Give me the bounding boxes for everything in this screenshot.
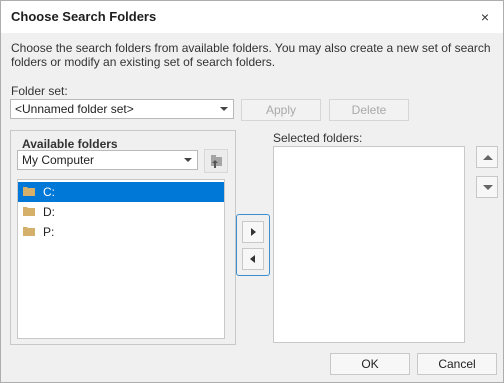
close-icon[interactable]: × bbox=[475, 7, 495, 27]
folder-set-label: Folder set: bbox=[11, 84, 68, 98]
selected-folders-list[interactable] bbox=[273, 146, 465, 343]
tree-item-label: P: bbox=[43, 225, 55, 239]
available-folders-group: Available folders My Computer C: D: P: bbox=[10, 130, 236, 345]
remove-folder-button[interactable] bbox=[242, 248, 264, 270]
tree-item-c[interactable]: C: bbox=[18, 182, 224, 202]
move-up-button[interactable] bbox=[476, 146, 498, 168]
arrow-down-icon bbox=[483, 185, 493, 190]
available-folders-tree[interactable]: C: D: P: bbox=[17, 179, 225, 339]
location-value: My Computer bbox=[22, 153, 95, 167]
chevron-down-icon bbox=[184, 158, 192, 162]
folder-set-dropdown[interactable]: <Unnamed folder set> bbox=[10, 99, 234, 119]
folder-icon bbox=[23, 227, 35, 236]
arrow-left-icon bbox=[250, 255, 255, 263]
add-folder-button[interactable] bbox=[242, 221, 264, 243]
folder-up-button[interactable] bbox=[204, 149, 228, 173]
folder-icon bbox=[23, 207, 35, 216]
cancel-button[interactable]: Cancel bbox=[417, 353, 497, 375]
arrow-right-icon bbox=[251, 228, 256, 236]
tree-item-label: C: bbox=[43, 185, 55, 199]
title-bar: Choose Search Folders × bbox=[1, 1, 503, 33]
tree-item-p[interactable]: P: bbox=[18, 222, 224, 242]
dialog-body: Choose the search folders from available… bbox=[1, 33, 503, 382]
apply-button[interactable]: Apply bbox=[241, 99, 321, 121]
dialog-title: Choose Search Folders bbox=[11, 9, 157, 24]
move-down-button[interactable] bbox=[476, 176, 498, 198]
location-dropdown[interactable]: My Computer bbox=[17, 150, 198, 170]
folder-up-icon bbox=[211, 155, 222, 168]
delete-button[interactable]: Delete bbox=[329, 99, 409, 121]
choose-search-folders-dialog: Choose Search Folders × Choose the searc… bbox=[0, 0, 504, 383]
arrow-up-icon bbox=[483, 155, 493, 160]
ok-button[interactable]: OK bbox=[330, 353, 410, 375]
available-folders-title: Available folders bbox=[22, 137, 118, 151]
selected-folders-label: Selected folders: bbox=[273, 131, 363, 145]
tree-item-d[interactable]: D: bbox=[18, 202, 224, 222]
folder-set-value: <Unnamed folder set> bbox=[15, 102, 134, 116]
description-text: Choose the search folders from available… bbox=[11, 41, 491, 69]
chevron-down-icon bbox=[220, 107, 228, 111]
folder-icon bbox=[23, 187, 35, 196]
move-buttons-group bbox=[236, 214, 270, 276]
tree-item-label: D: bbox=[43, 205, 55, 219]
